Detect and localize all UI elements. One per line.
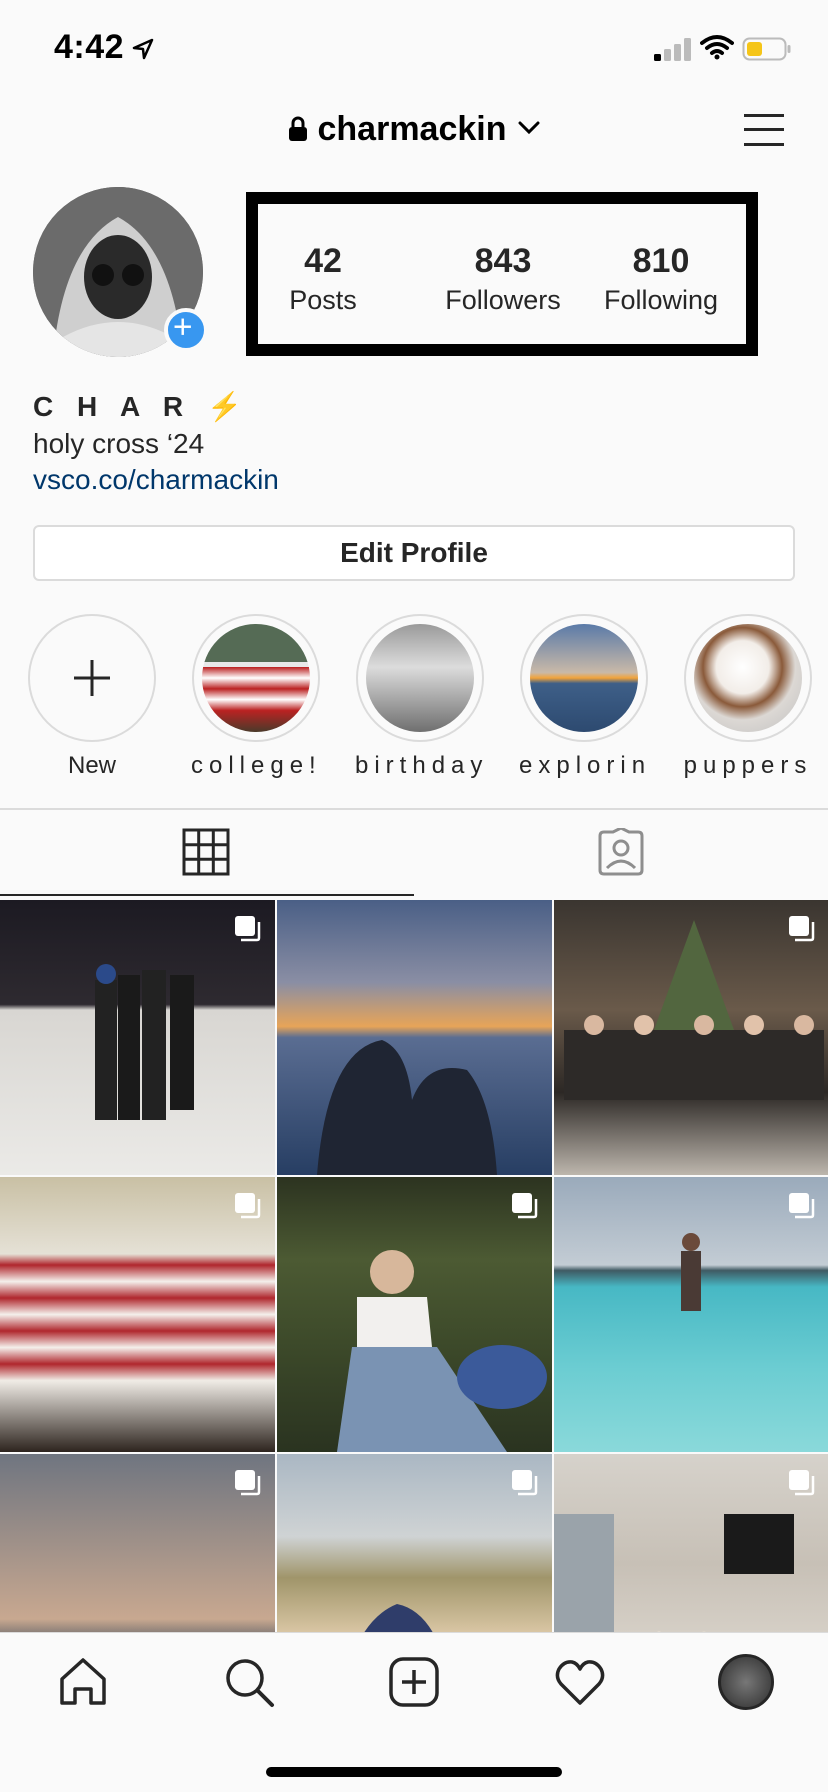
- post-image: [317, 1040, 497, 1175]
- stat-followers[interactable]: 843 Followers: [408, 242, 598, 316]
- multiple-photos-icon: [789, 1470, 815, 1496]
- status-time: 4:42: [54, 28, 125, 66]
- following-count: 810: [632, 242, 690, 280]
- highlight-explorin[interactable]: explorin: [519, 614, 649, 780]
- plus-icon: [74, 660, 110, 696]
- hamburger-menu-icon[interactable]: [742, 112, 786, 148]
- tabs-divider: [0, 808, 828, 810]
- stat-following[interactable]: 810 Following: [576, 242, 746, 316]
- lightning-emoji: ⚡: [206, 391, 242, 422]
- activity-heart-icon[interactable]: [553, 1655, 607, 1709]
- following-label: Following: [603, 285, 719, 315]
- lock-icon: [288, 116, 307, 141]
- posts-grid: [0, 900, 828, 1632]
- active-tab-indicator: [0, 894, 414, 896]
- highlight-college[interactable]: college!: [191, 614, 321, 780]
- post-tile[interactable]: [277, 1454, 552, 1632]
- display-name-text: C H A R: [33, 391, 192, 422]
- profile-tab-avatar[interactable]: [718, 1654, 774, 1710]
- battery-icon: [742, 37, 791, 61]
- multiple-photos-icon: [789, 916, 815, 942]
- status-bar: 4:42: [0, 0, 828, 100]
- new-post-icon[interactable]: [387, 1655, 441, 1709]
- highlight-cover: [366, 624, 474, 732]
- followers-count: 843: [474, 242, 532, 280]
- bio-text: holy cross ‘24: [33, 428, 205, 459]
- tagged-photos-icon[interactable]: [596, 828, 646, 876]
- multiple-photos-icon: [512, 1193, 538, 1219]
- highlight-birthday[interactable]: birthday: [355, 614, 485, 780]
- posts-label: Posts: [289, 285, 357, 315]
- highlight-cover: [202, 624, 310, 732]
- highlight-new[interactable]: New: [27, 614, 157, 780]
- highlight-puppers[interactable]: puppers: [683, 614, 813, 780]
- edit-profile-button[interactable]: Edit Profile: [33, 525, 795, 581]
- multiple-photos-icon: [235, 1193, 261, 1219]
- post-tile[interactable]: [277, 900, 552, 1175]
- display-name: C H A R ⚡: [33, 390, 242, 423]
- multiple-photos-icon: [789, 1193, 815, 1219]
- post-tile[interactable]: [0, 1177, 275, 1452]
- post-tile[interactable]: [554, 900, 828, 1175]
- post-tile[interactable]: [554, 1454, 828, 1632]
- username: charmackin: [317, 110, 507, 148]
- highlight-label: New: [67, 752, 116, 779]
- home-icon[interactable]: [56, 1655, 110, 1709]
- stats-highlight-box: 42 Posts 843 Followers 810 Following: [246, 192, 758, 356]
- highlight-label: college!: [191, 752, 322, 779]
- highlight-label: explorin: [519, 752, 652, 779]
- post-tile[interactable]: [554, 1177, 828, 1452]
- posts-count: 42: [304, 242, 342, 280]
- home-indicator: [266, 1767, 562, 1777]
- post-tile[interactable]: [277, 1177, 552, 1452]
- account-switcher[interactable]: charmackin: [0, 110, 828, 149]
- multiple-photos-icon: [235, 1470, 261, 1496]
- location-arrow-icon: [132, 38, 154, 60]
- stat-posts[interactable]: 42 Posts: [258, 242, 388, 316]
- highlight-cover: [530, 624, 638, 732]
- followers-label: Followers: [445, 285, 561, 315]
- add-story-plus-icon[interactable]: [164, 308, 208, 352]
- wifi-icon: [700, 35, 734, 60]
- highlight-label: puppers: [683, 752, 813, 779]
- search-icon[interactable]: [222, 1655, 276, 1709]
- cellular-signal-icon: [654, 38, 691, 61]
- bottom-tab-bar: [0, 1632, 828, 1792]
- multiple-photos-icon: [512, 1470, 538, 1496]
- multiple-photos-icon: [235, 916, 261, 942]
- post-tile[interactable]: [0, 1454, 275, 1632]
- highlight-cover: [694, 624, 802, 732]
- bio-link[interactable]: vsco.co/charmackin: [33, 464, 279, 496]
- post-tile[interactable]: [0, 900, 275, 1175]
- highlight-new-ring: [28, 614, 156, 742]
- profile-header: charmackin: [0, 104, 828, 164]
- highlight-label: birthday: [355, 752, 489, 779]
- chevron-down-icon: [518, 121, 539, 135]
- grid-view-icon[interactable]: [182, 828, 230, 876]
